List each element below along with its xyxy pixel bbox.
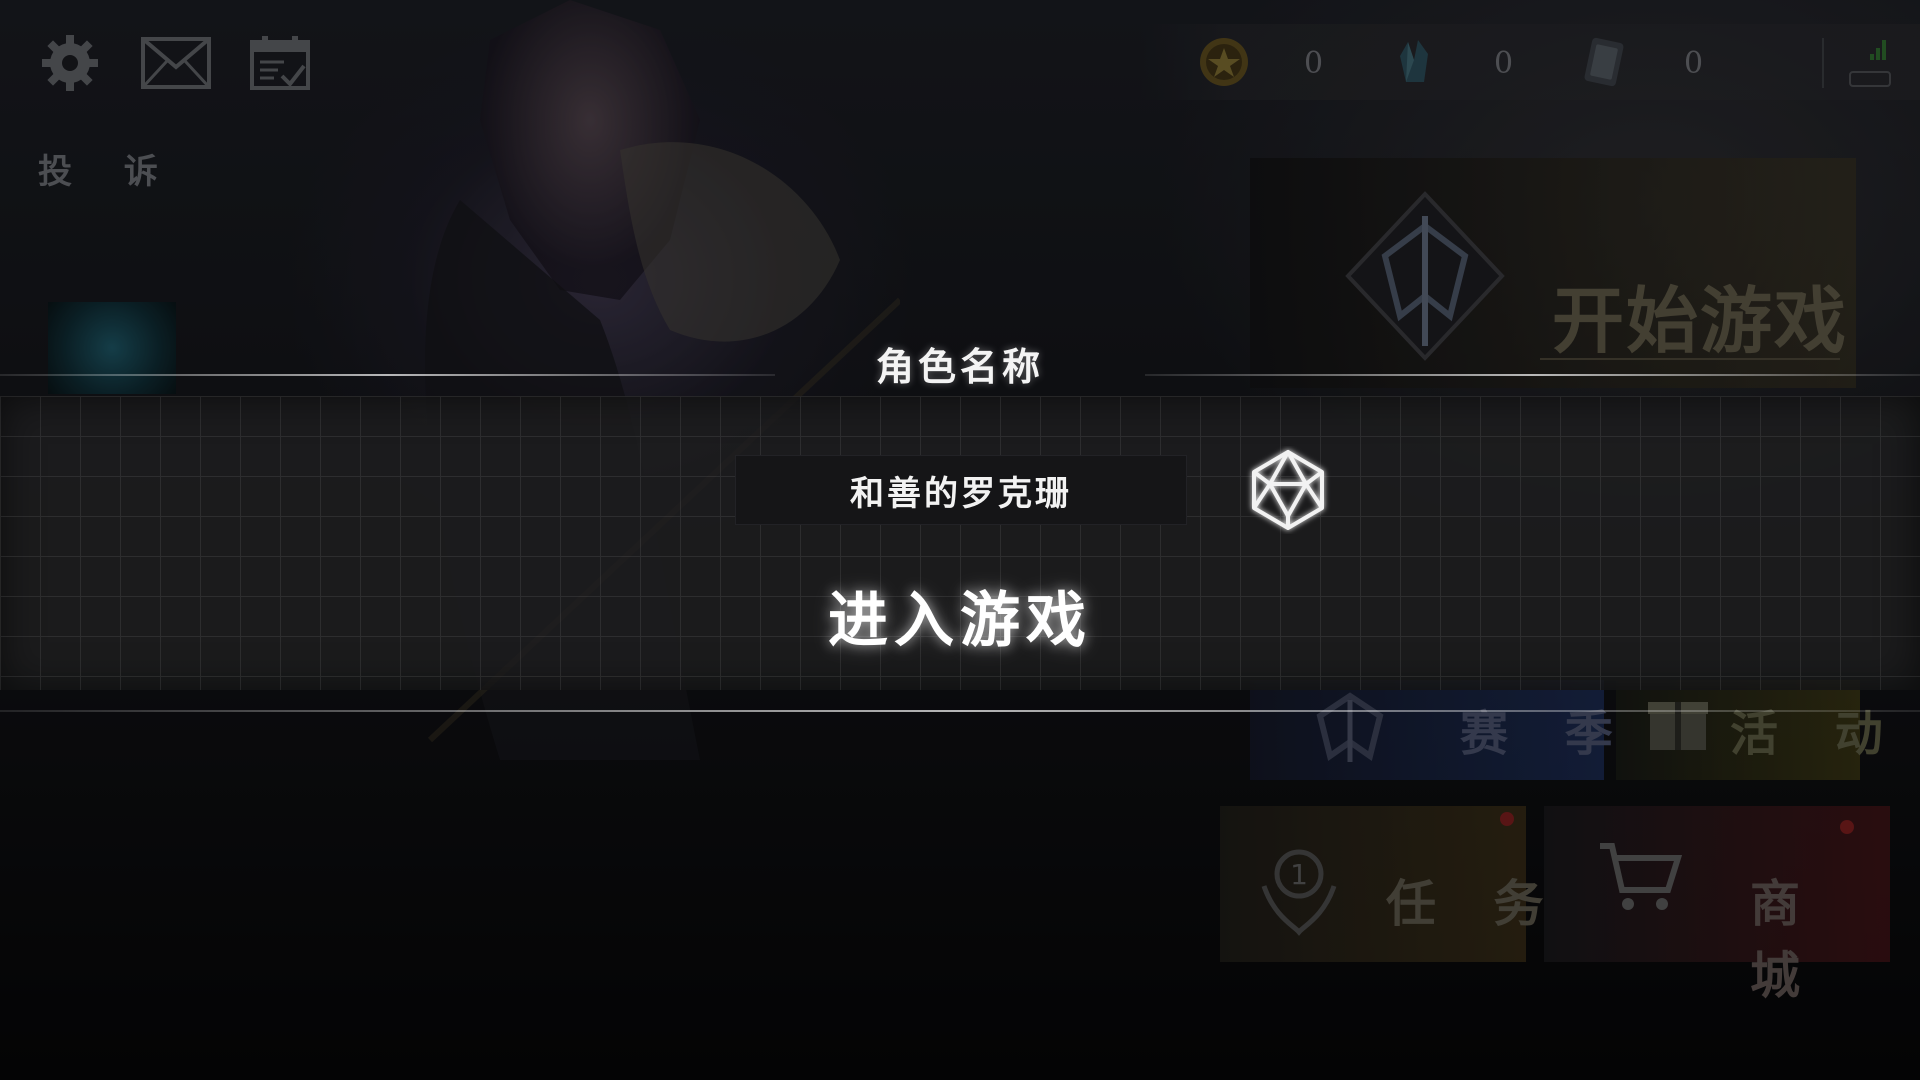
role-name-field[interactable]: 和善的罗克珊 xyxy=(735,455,1187,525)
currency-divider xyxy=(1822,38,1824,88)
gear-icon xyxy=(42,35,98,91)
calendar-check-icon xyxy=(250,36,310,90)
gift-icon xyxy=(1648,702,1708,750)
character-thumbnail[interactable] xyxy=(48,302,176,394)
task-badge-icon: 1 xyxy=(1261,849,1337,936)
start-game-underline xyxy=(1540,358,1840,360)
calendar-button[interactable] xyxy=(244,30,316,96)
random-name-button[interactable] xyxy=(1244,446,1332,534)
complain-button[interactable]: 投 诉 xyxy=(38,144,178,193)
activity-label: 活 动 xyxy=(1730,706,1903,762)
task-notification-dot xyxy=(1500,812,1514,826)
dialog-title: 角色名称 xyxy=(875,344,1044,389)
dialog-top-line-right xyxy=(1145,374,1920,376)
shopping-cart-icon xyxy=(1600,843,1682,910)
crystal-icon xyxy=(1400,40,1428,82)
task-label: 任 务 xyxy=(1386,874,1564,933)
currency-value-card: 0 xyxy=(1684,46,1704,81)
shop-notification-dot xyxy=(1840,820,1854,834)
settings-button[interactable] xyxy=(34,30,106,96)
currency-bar xyxy=(1140,24,1920,100)
currency-value-crystal: 0 xyxy=(1494,46,1514,81)
signal-battery-icon xyxy=(1849,40,1891,87)
mail-button[interactable] xyxy=(140,30,212,96)
enter-game-label: 进入游戏 xyxy=(828,585,1092,656)
card-icon xyxy=(1584,37,1624,87)
dialog-bottom-line xyxy=(0,710,1920,712)
star-coin-icon xyxy=(1200,38,1248,86)
season-emblem-icon xyxy=(1316,692,1384,762)
season-label: 赛 季 xyxy=(1460,706,1633,762)
dice-icon xyxy=(1252,450,1324,530)
role-name-text: 和善的罗克珊 xyxy=(850,473,1072,514)
mail-icon xyxy=(141,37,211,89)
game-emblem-icon xyxy=(1345,191,1505,361)
dialog-top-line-left xyxy=(0,374,775,376)
currency-value-coin: 0 xyxy=(1304,46,1324,81)
shop-label: 商 城 xyxy=(1750,874,1820,1005)
start-game-label: 开始游戏 xyxy=(1552,278,1849,363)
svg-text:1: 1 xyxy=(1290,858,1308,891)
enter-game-button[interactable]: 进入游戏 xyxy=(760,570,1160,660)
